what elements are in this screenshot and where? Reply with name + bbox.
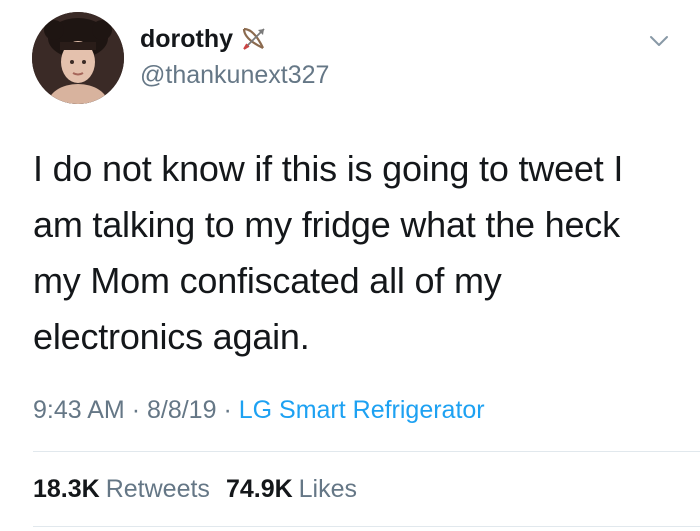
- retweets-label: Retweets: [105, 475, 210, 503]
- tweet-time[interactable]: 9:43 AM: [33, 396, 125, 424]
- avatar-image: [32, 12, 124, 104]
- retweets-count: 18.3K: [33, 475, 100, 503]
- tweet-card: dorothy @thankunext327 I do not know if …: [0, 0, 700, 531]
- tweet-date[interactable]: 8/8/19: [147, 396, 217, 424]
- tweet-source-link[interactable]: LG Smart Refrigerator: [239, 396, 485, 424]
- display-name[interactable]: dorothy: [140, 24, 233, 54]
- tweet-text: I do not know if this is going to tweet …: [33, 148, 624, 357]
- retweets-stat[interactable]: 18.3K Retweets: [33, 474, 210, 504]
- tweet-meta: 9:43 AM · 8/8/19 · LG Smart Refrigerator: [33, 395, 485, 425]
- bow-and-arrow-icon: [239, 24, 269, 54]
- user-handle[interactable]: @thankunext327: [140, 60, 329, 90]
- divider: [33, 451, 700, 452]
- avatar[interactable]: [32, 12, 124, 104]
- author-name-row: dorothy: [140, 24, 269, 54]
- likes-count: 74.9K: [225, 475, 293, 503]
- likes-stat[interactable]: 74.9K Likes: [226, 474, 357, 504]
- divider: [33, 526, 700, 527]
- likes-label: Likes: [298, 475, 358, 503]
- meta-separator: ·: [131, 396, 141, 424]
- meta-separator: ·: [223, 396, 232, 424]
- chevron-down-icon[interactable]: [648, 30, 670, 52]
- tweet-stats: 18.3K Retweets 74.9K Likes: [33, 474, 357, 504]
